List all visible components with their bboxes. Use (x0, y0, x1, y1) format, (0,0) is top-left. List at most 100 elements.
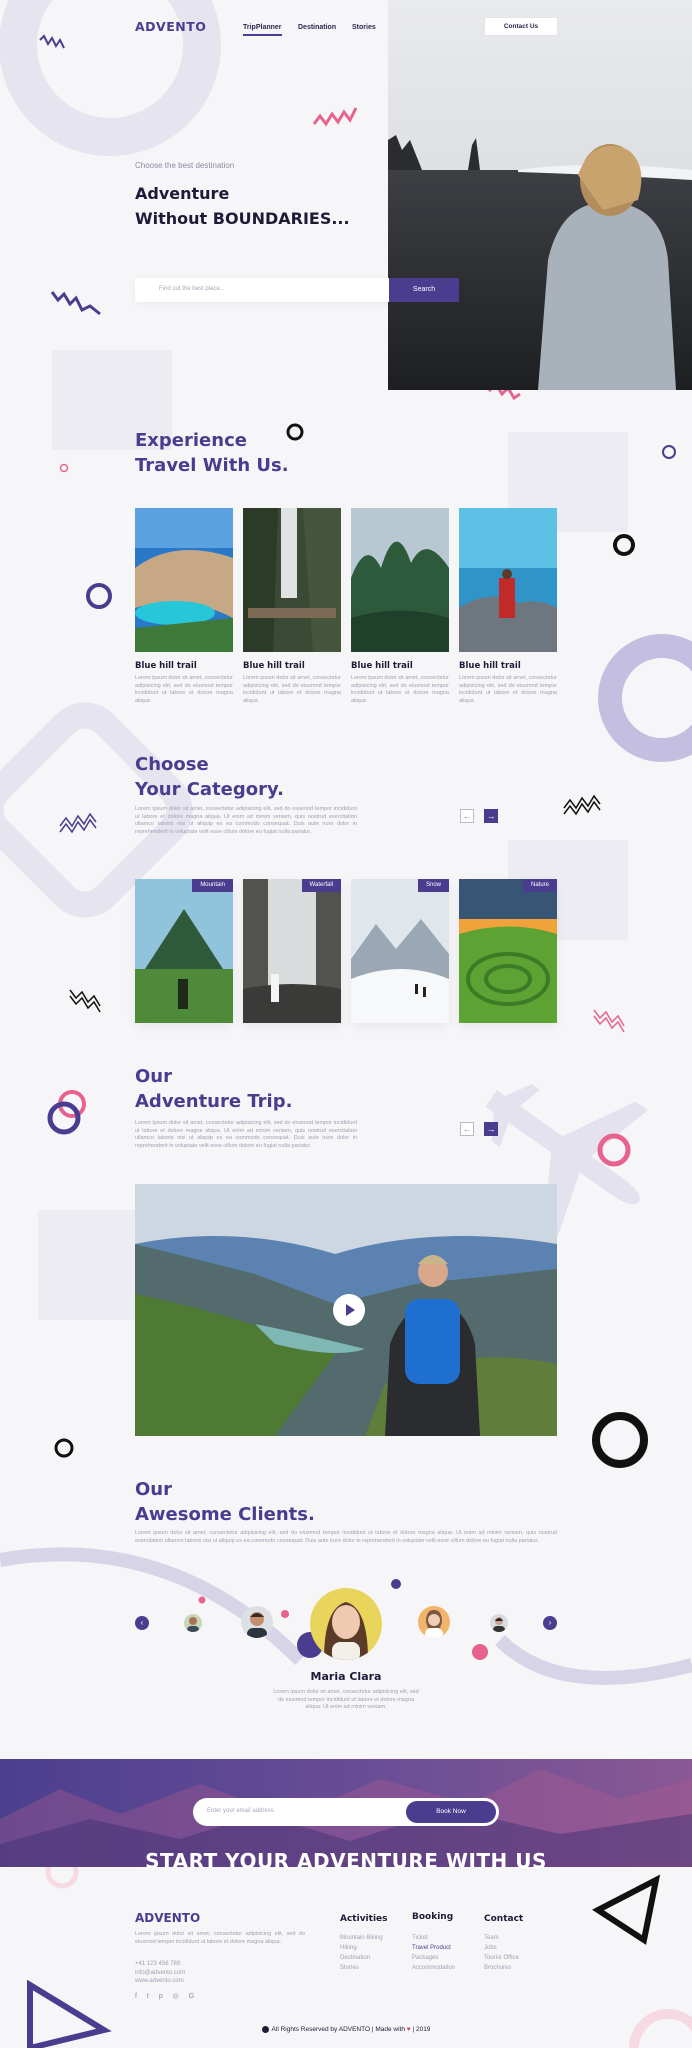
deco-triangle (27, 1979, 112, 2048)
card-image (351, 508, 449, 652)
footer-link[interactable]: Destination (340, 1955, 370, 1961)
category-title: Choose Your Category. (135, 752, 284, 802)
trip-title-line2: Adventure Trip. (135, 1091, 293, 1112)
footer-website[interactable]: www.advento.com (135, 1977, 185, 1986)
copyright: All Rights Reserved by ADVENTO | Made wi… (0, 2026, 692, 2033)
logo[interactable]: ADVENTO (135, 19, 206, 34)
card-title: Blue hill trail (243, 661, 305, 671)
deco-circle (662, 445, 676, 459)
category-card-nature[interactable]: Nature (459, 879, 557, 1023)
footer-col-title: Contact (484, 1914, 524, 1924)
category-prev-button[interactable]: ← (460, 809, 474, 823)
trip-title: Our Adventure Trip. (135, 1064, 292, 1114)
googleplus-icon[interactable]: G (189, 1993, 194, 2000)
book-now-button[interactable]: Book Now (406, 1801, 496, 1823)
footer-phone: +41 123 456 789 (135, 1961, 181, 1967)
deco-circle (613, 534, 635, 556)
deco-zigzag (59, 818, 97, 834)
copyright-icon (261, 2026, 269, 2033)
hero-image (388, 0, 692, 390)
category-next-button[interactable]: → (484, 809, 498, 823)
trip-next-button[interactable]: → (484, 1122, 498, 1136)
nav-destination[interactable]: Destination (298, 24, 336, 31)
facebook-icon[interactable]: f (135, 1993, 137, 2000)
deco-zigzag (39, 34, 65, 49)
footer-link[interactable]: Team (484, 1935, 499, 1941)
footer-link[interactable]: Ticket (412, 1935, 428, 1941)
footer-link[interactable]: Tourist Office (484, 1955, 519, 1961)
trip-title-line1: Our (135, 1066, 172, 1087)
nav-stories[interactable]: Stories (352, 24, 376, 31)
deco-dot (472, 1644, 488, 1660)
copyright-year: | 2019 (412, 2026, 431, 2034)
card-text: Lorem ipsum dolor sit amet, consectetur … (243, 675, 341, 704)
trip-video[interactable] (135, 1184, 557, 1436)
category-image (351, 879, 449, 1023)
deco-dot (391, 1579, 401, 1589)
category-tag: Nature (522, 879, 557, 892)
client-avatar[interactable] (184, 1614, 202, 1632)
footer-link[interactable]: Travel Product (412, 1945, 451, 1951)
footer-link[interactable]: Brochures (484, 1965, 511, 1971)
deco-zigzag (312, 107, 358, 127)
category-tag: Waterfall (301, 879, 341, 892)
search-button[interactable]: Search (389, 278, 459, 302)
trip-prev-button[interactable]: ← (460, 1122, 474, 1136)
twitter-icon[interactable]: t (147, 1993, 149, 2000)
card-text: Lorem ipsum dolor sit amet, consectetur … (351, 675, 449, 704)
deco-zigzag (563, 800, 601, 816)
trip-text: Lorem ipsum dolor sit amet, consectetur … (135, 1120, 357, 1149)
deco-circle (59, 463, 69, 473)
category-card-snow[interactable]: Snow (351, 879, 449, 1023)
footer-logo[interactable]: ADVENTO (135, 1911, 200, 1925)
category-card-waterfall[interactable]: Waterfall (243, 879, 341, 1023)
hero-title: Adventure Without BOUNDARIES... (135, 181, 350, 231)
clients-title-line2: Awesome Clients. (135, 1504, 315, 1525)
instagram-icon[interactable]: ◎ (173, 1993, 179, 2000)
clients-next-button[interactable]: › (543, 1616, 557, 1630)
footer-link[interactable]: Jobs (484, 1945, 497, 1951)
category-tag: Mountain (192, 879, 233, 892)
deco-circle (54, 1438, 74, 1458)
featured-client-avatar[interactable] (310, 1588, 382, 1660)
hero-title-line1: Adventure (135, 184, 230, 203)
deco-circle (592, 1412, 648, 1468)
search-input[interactable]: Find out the best place... (159, 286, 225, 292)
client-avatar[interactable] (418, 1606, 450, 1638)
experience-card[interactable]: Blue hill trail Lorem ipsum dolor sit am… (459, 508, 557, 705)
footer-col-title: Activities (340, 1914, 388, 1924)
footer-link[interactable]: Packages (412, 1955, 438, 1961)
social-links: f t p ◎ G (135, 1992, 194, 2000)
category-image (459, 879, 557, 1023)
category-text: Lorem ipsum dolor sit amet, consectetur … (135, 806, 357, 835)
experience-card[interactable]: Blue hill trail Lorem ipsum dolor sit am… (351, 508, 449, 705)
deco-circle (47, 1101, 81, 1135)
footer-link[interactable]: Accommodation (412, 1965, 455, 1971)
experience-title: Experience Travel With Us. (135, 428, 289, 478)
clients-prev-button[interactable]: ‹ (135, 1616, 149, 1630)
contact-us-button[interactable]: Contact Us (484, 17, 558, 36)
client-avatar[interactable] (490, 1614, 508, 1632)
nav-tripplanner[interactable]: TripPlanner (243, 24, 282, 36)
deco-dot (281, 1610, 289, 1618)
subscribe-form: Enter your email address Book Now (193, 1798, 499, 1826)
category-title-line2: Your Category. (135, 779, 284, 800)
footer-link[interactable]: Stories (340, 1965, 359, 1971)
subscribe-headline: START YOUR ADVENTURE WITH US (145, 1849, 547, 1873)
hero-eyebrow: Choose the best destination (135, 161, 235, 170)
footer-link[interactable]: Mountain Biking (340, 1935, 383, 1941)
clients-title-line1: Our (135, 1479, 172, 1500)
client-avatar[interactable] (241, 1606, 273, 1638)
footer-link[interactable]: Hiking (340, 1945, 357, 1951)
pinterest-icon[interactable]: p (159, 1993, 163, 2000)
footer-email[interactable]: info@advento.com (135, 1969, 185, 1978)
email-input[interactable]: Enter your email address (207, 1808, 274, 1814)
card-image (459, 508, 557, 652)
experience-title-line1: Experience (135, 430, 247, 451)
experience-card[interactable]: Blue hill trail Lorem ipsum dolor sit am… (243, 508, 341, 705)
featured-client-name: Maria Clara (310, 1670, 382, 1683)
experience-card[interactable]: Blue hill trail Lorem ipsum dolor sit am… (135, 508, 233, 705)
card-title: Blue hill trail (459, 661, 521, 671)
play-button[interactable] (333, 1294, 365, 1326)
category-card-mountain[interactable]: Mountain (135, 879, 233, 1023)
